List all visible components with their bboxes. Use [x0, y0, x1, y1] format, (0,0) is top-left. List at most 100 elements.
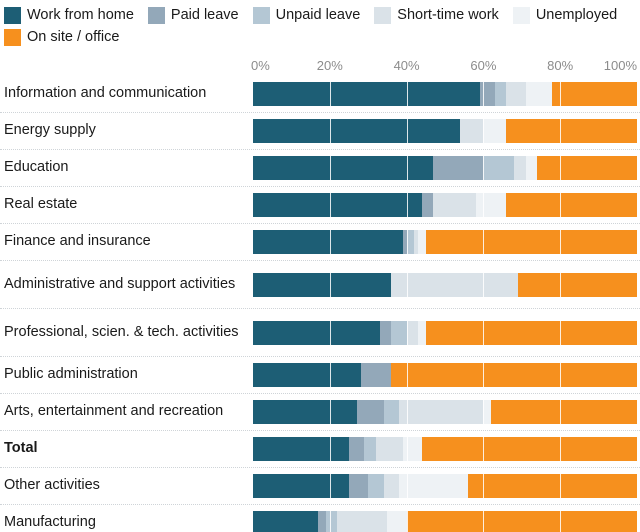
bar-segment-unemployed[interactable]	[398, 474, 469, 498]
bar-segment-short-time-work[interactable]	[398, 400, 484, 424]
bar-segment-unemployed[interactable]	[483, 119, 507, 143]
chart-row: Other activities	[0, 468, 640, 505]
bar-segment-work-from-home[interactable]	[253, 474, 349, 498]
bar-segment-unpaid-leave[interactable]	[325, 511, 338, 532]
bar-segment-paid-leave[interactable]	[318, 511, 326, 532]
bar-segment-work-from-home[interactable]	[253, 437, 349, 461]
bar-segment-paid-leave[interactable]	[349, 437, 365, 461]
bar-segment-paid-leave[interactable]	[479, 82, 495, 106]
bar-segment-on-site-office[interactable]	[537, 156, 637, 180]
bar-segment-paid-leave[interactable]	[349, 474, 369, 498]
bar-segment-unpaid-leave[interactable]	[494, 82, 507, 106]
stacked-bar[interactable]	[253, 193, 637, 217]
bar-segment-on-site-office[interactable]	[506, 119, 637, 143]
bar-segment-work-from-home[interactable]	[253, 193, 422, 217]
chart-row: Manufacturing	[0, 505, 640, 532]
bar-segment-paid-leave[interactable]	[356, 400, 384, 424]
bar-segment-short-time-work[interactable]	[406, 320, 419, 345]
legend-label-on-site-office: On site / office	[27, 28, 120, 45]
bar-segment-work-from-home[interactable]	[253, 230, 403, 254]
row-label-other-activities: Other activities	[4, 477, 100, 494]
bar-segment-short-time-work[interactable]	[460, 119, 484, 143]
bar-segment-work-from-home[interactable]	[253, 400, 357, 424]
legend-item-paid-leave: Paid leave	[147, 6, 239, 24]
bar-wrapper	[253, 357, 637, 393]
stacked-bar[interactable]	[253, 230, 637, 254]
stacked-bar[interactable]	[253, 156, 637, 180]
row-label-education: Education	[4, 159, 69, 176]
row-label-public-administration: Public administration	[4, 366, 138, 383]
bar-segment-paid-leave[interactable]	[433, 156, 484, 180]
stacked-bar[interactable]	[253, 272, 637, 297]
legend-swatch-work-from-home	[4, 6, 21, 24]
bar-segment-short-time-work[interactable]	[391, 272, 518, 297]
stacked-bar[interactable]	[253, 400, 637, 424]
bar-segment-work-from-home[interactable]	[253, 272, 392, 297]
chart-legend: Work from home Paid leave Unpaid leave S…	[0, 0, 640, 48]
bar-segment-paid-leave[interactable]	[421, 193, 434, 217]
stacked-bar[interactable]	[253, 363, 637, 387]
bar-segment-short-time-work[interactable]	[514, 156, 526, 180]
bar-wrapper	[253, 261, 637, 308]
x-axis-tick-1: 20%	[316, 58, 343, 73]
bar-segment-paid-leave[interactable]	[379, 320, 392, 345]
bar-segment-on-site-office[interactable]	[468, 474, 637, 498]
legend-label-unemployed: Unemployed	[535, 6, 618, 23]
bar-wrapper	[253, 309, 637, 356]
bar-segment-short-time-work[interactable]	[506, 82, 526, 106]
bar-segment-work-from-home[interactable]	[253, 156, 434, 180]
bar-segment-on-site-office[interactable]	[491, 400, 637, 424]
bar-segment-on-site-office[interactable]	[421, 437, 637, 461]
bar-segment-unemployed[interactable]	[525, 82, 553, 106]
bar-segment-unemployed[interactable]	[418, 230, 426, 254]
bar-segment-on-site-office[interactable]	[391, 363, 637, 387]
bar-segment-short-time-work[interactable]	[375, 437, 403, 461]
bar-segment-work-from-home[interactable]	[253, 363, 361, 387]
bar-wrapper	[253, 431, 637, 467]
x-axis-tick-4: 80%	[547, 58, 574, 73]
bar-segment-unpaid-leave[interactable]	[364, 437, 376, 461]
row-label-total: Total	[4, 440, 38, 457]
bar-segment-short-time-work[interactable]	[383, 474, 399, 498]
legend-swatch-paid-leave	[147, 6, 165, 24]
bar-segment-unemployed[interactable]	[418, 320, 426, 345]
bar-segment-work-from-home[interactable]	[253, 119, 461, 143]
stacked-bar[interactable]	[253, 511, 637, 532]
bar-segment-unemployed[interactable]	[402, 437, 422, 461]
bar-segment-unpaid-leave[interactable]	[483, 156, 515, 180]
stacked-bar[interactable]	[253, 437, 637, 461]
bar-segment-paid-leave[interactable]	[360, 363, 392, 387]
bar-segment-work-from-home[interactable]	[253, 320, 380, 345]
stacked-bar[interactable]	[253, 474, 637, 498]
bar-segment-unpaid-leave[interactable]	[368, 474, 384, 498]
bar-segment-on-site-office[interactable]	[552, 82, 637, 106]
chart-screenshot: Work from home Paid leave Unpaid leave S…	[0, 0, 640, 532]
bar-wrapper	[253, 76, 637, 112]
bar-segment-unemployed[interactable]	[475, 193, 507, 217]
legend-item-short-time-work: Short-time work	[374, 6, 499, 24]
bar-segment-work-from-home[interactable]	[253, 511, 319, 532]
bar-segment-unpaid-leave[interactable]	[406, 230, 415, 254]
bar-segment-on-site-office[interactable]	[425, 230, 637, 254]
legend-label-work-from-home: Work from home	[27, 6, 134, 23]
bar-segment-on-site-office[interactable]	[406, 511, 637, 532]
bar-segment-on-site-office[interactable]	[425, 320, 637, 345]
x-axis-tick-0: 0%	[251, 58, 270, 73]
bar-segment-unpaid-leave[interactable]	[383, 400, 399, 424]
stacked-bar[interactable]	[253, 82, 637, 106]
row-label-information-and-communication: Information and communication	[4, 85, 207, 102]
bar-segment-unpaid-leave[interactable]	[391, 320, 407, 345]
chart-row: Public administration	[0, 357, 640, 394]
row-label-professional-scien-tech-activities: Professional, scien. & tech. activities	[4, 323, 239, 340]
bar-segment-on-site-office[interactable]	[506, 193, 637, 217]
stacked-bar[interactable]	[253, 320, 637, 345]
chart-row: Administrative and support activities	[0, 261, 640, 309]
stacked-bar[interactable]	[253, 119, 637, 143]
bar-segment-on-site-office[interactable]	[517, 272, 637, 297]
bar-segment-short-time-work[interactable]	[433, 193, 476, 217]
bar-segment-unemployed[interactable]	[483, 400, 492, 424]
bar-segment-unemployed[interactable]	[525, 156, 538, 180]
bar-segment-short-time-work[interactable]	[337, 511, 388, 532]
bar-segment-work-from-home[interactable]	[253, 82, 480, 106]
bar-segment-unemployed[interactable]	[387, 511, 407, 532]
